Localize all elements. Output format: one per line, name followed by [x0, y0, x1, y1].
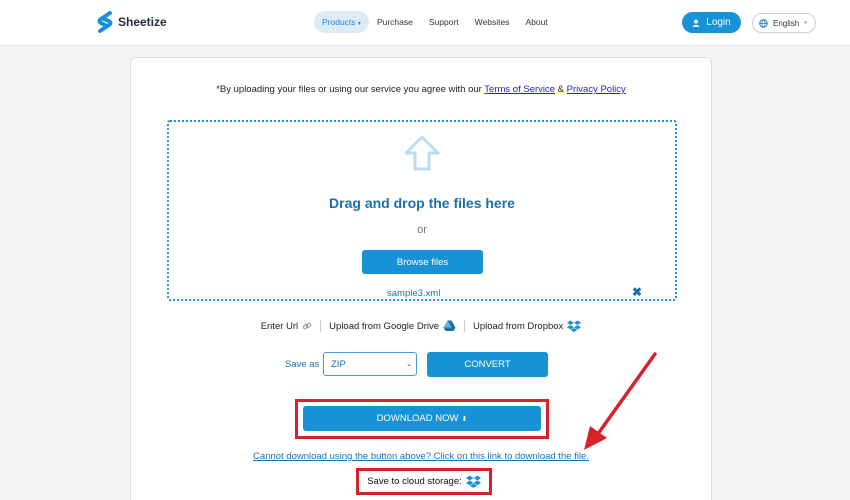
nav-products-label: Products: [322, 17, 356, 27]
save-as-label: Save as: [285, 359, 320, 370]
download-icon: ⬇: [461, 415, 468, 423]
upload-sources: Enter Url Upload from Google Drive Uploa…: [131, 320, 711, 332]
language-label: English: [773, 18, 800, 28]
file-dropzone[interactable]: Drag and drop the files here or Browse f…: [167, 120, 677, 301]
notice-text: *By uploading your files or using our se…: [216, 84, 485, 95]
brand-name: Sheetize: [118, 15, 167, 29]
download-now-label: DOWNLOAD NOW: [376, 413, 459, 424]
dropbox-icon[interactable]: [465, 475, 481, 488]
nav-websites[interactable]: Websites: [467, 11, 518, 33]
nav-purchase[interactable]: Purchase: [369, 11, 421, 33]
cloud-storage-highlight-box: Save to cloud storage:: [356, 468, 492, 495]
annotation-arrow-icon: [584, 352, 657, 450]
download-now-button[interactable]: DOWNLOAD NOW ⬇: [303, 406, 541, 431]
main-nav: Products ▾ Purchase Support Websites Abo…: [314, 11, 556, 33]
terms-of-service-link[interactable]: Terms of Service: [484, 84, 555, 95]
enter-url-label: Enter Url: [260, 320, 299, 332]
notice-amp: &: [555, 84, 567, 95]
link-icon: [302, 322, 312, 330]
dropbox-option[interactable]: Upload from Dropbox: [464, 320, 589, 332]
cloud-storage-label: Save to cloud storage:: [367, 476, 462, 487]
globe-icon: [759, 18, 768, 28]
login-label: Login: [706, 17, 731, 28]
convert-button[interactable]: CONVERT: [427, 352, 548, 377]
google-drive-label: Upload from Google Drive: [329, 320, 439, 332]
dropbox-icon: [567, 320, 582, 332]
chevron-down-icon: ▾: [357, 21, 361, 27]
top-header: Sheetize Products ▾ Purchase Support Web…: [0, 0, 850, 46]
chevron-down-icon: ⌄: [406, 361, 412, 368]
nav-about[interactable]: About: [517, 11, 555, 33]
nav-support[interactable]: Support: [421, 11, 467, 33]
google-drive-option[interactable]: Upload from Google Drive: [320, 320, 464, 332]
drag-drop-title: Drag and drop the files here: [329, 195, 515, 211]
upload-arrow-icon: [404, 135, 440, 171]
dropbox-label: Upload from Dropbox: [473, 320, 564, 332]
or-separator: or: [417, 224, 427, 236]
browse-files-button[interactable]: Browse files: [362, 250, 483, 274]
output-format-value: ZIP: [331, 358, 346, 370]
terms-notice: *By uploading your files or using our se…: [131, 84, 711, 95]
enter-url-option[interactable]: Enter Url: [253, 321, 320, 332]
google-drive-icon: [443, 320, 456, 331]
sheetize-logo-icon: [97, 11, 113, 33]
output-format-select[interactable]: ZIP ⌄: [323, 352, 417, 376]
login-button[interactable]: Login: [682, 12, 741, 33]
language-select[interactable]: English ▾: [752, 13, 816, 33]
remove-file-icon[interactable]: ✖: [632, 285, 642, 299]
uploaded-file-name: sample3.xml: [387, 288, 441, 299]
chevron-down-icon: ▾: [804, 20, 807, 26]
brand-logo[interactable]: Sheetize: [96, 11, 167, 33]
user-icon: [692, 19, 700, 27]
nav-products[interactable]: Products ▾: [314, 11, 369, 33]
privacy-policy-link[interactable]: Privacy Policy: [567, 84, 626, 95]
